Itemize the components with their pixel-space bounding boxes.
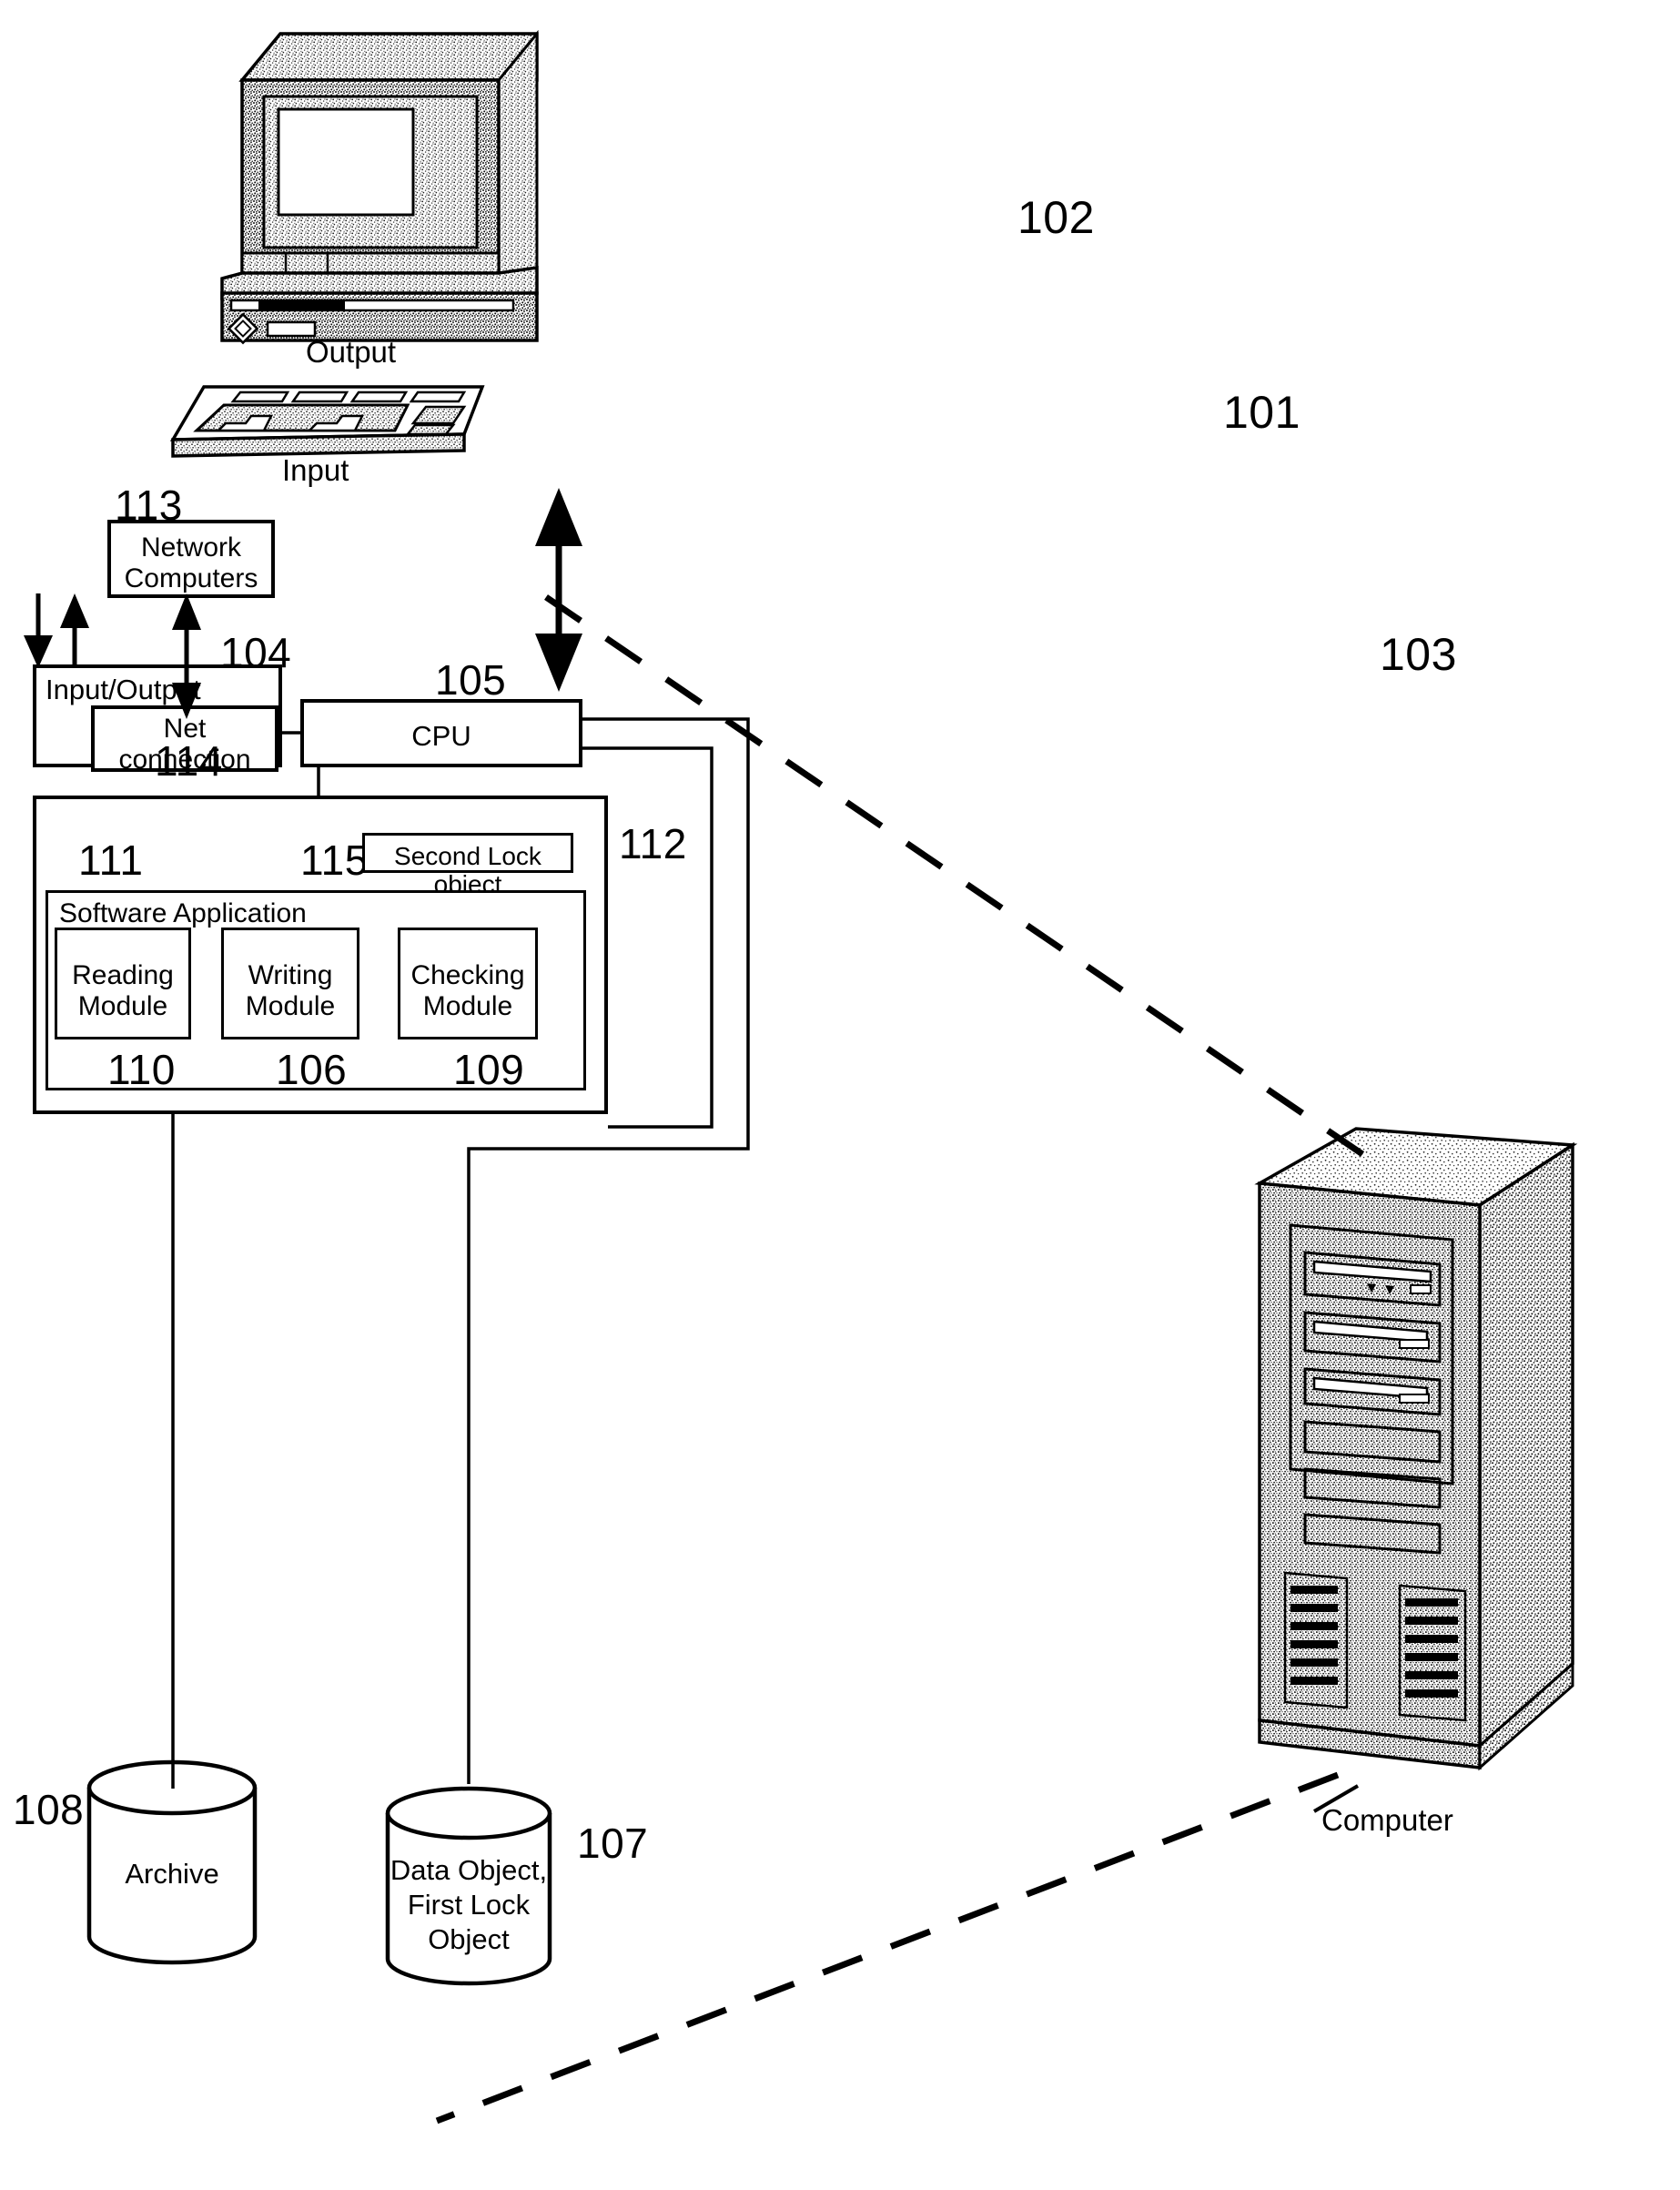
data-object-label-line1: Data Object,	[390, 1854, 548, 1886]
writing-module-label-line2: Module	[245, 991, 336, 1021]
ref-111: 111	[78, 836, 144, 884]
ref-110: 110	[107, 1046, 176, 1093]
network-computers-label-line2: Computers	[124, 563, 258, 593]
ref-107: 107	[577, 1820, 649, 1867]
input-caption: Input	[282, 453, 349, 487]
second-lock-object-block: Second Lock object	[362, 833, 573, 898]
ref-106: 106	[276, 1046, 348, 1093]
external-input-arrow	[24, 593, 53, 668]
figure-canvas: Output 102 Input 101 113 Network Compute…	[0, 0, 1680, 2190]
ref-103: 103	[1380, 629, 1457, 680]
ref-109: 109	[453, 1046, 525, 1093]
data-object-store: Data Object, First Lock Object	[382, 1784, 555, 1993]
system-boundary-dashed-upper	[544, 594, 1367, 1159]
reading-module-block: Reading Module	[55, 928, 191, 1039]
ref-102: 102	[1017, 192, 1095, 243]
computer-caption: Computer	[1321, 1803, 1453, 1837]
cpu-label: CPU	[411, 720, 471, 752]
io-double-arrow	[535, 488, 582, 692]
ref-115: 115	[300, 836, 369, 884]
checking-module-label-line1: Checking	[410, 960, 525, 990]
reading-module-label-line2: Module	[77, 991, 168, 1021]
ref-108: 108	[13, 1786, 85, 1833]
software-application-label: Software Application	[59, 898, 307, 928]
external-output-arrow	[60, 593, 89, 666]
archive-label: Archive	[125, 1858, 219, 1890]
output-monitor-illustration	[198, 9, 590, 350]
reading-module-label-line1: Reading	[72, 960, 174, 990]
writing-module-label-line1: Writing	[248, 960, 333, 990]
network-computers-block: Network Computers	[107, 520, 275, 598]
cpu-block: CPU	[300, 699, 582, 767]
ref-114: 114	[155, 737, 223, 785]
input-output-label: Input/Output	[46, 674, 201, 705]
output-caption: Output	[306, 335, 397, 369]
system-boundary-dashed-lower	[435, 1771, 1340, 2124]
data-object-label-line3: Object	[428, 1923, 510, 1955]
input-keyboard-illustration	[164, 378, 491, 464]
ref-105: 105	[435, 656, 507, 704]
checking-module-label-line2: Module	[422, 991, 513, 1021]
writing-module-block: Writing Module	[221, 928, 359, 1039]
archive-store: Archive	[84, 1759, 260, 1970]
ref-101: 101	[1223, 387, 1300, 438]
server-computer-illustration	[1218, 1118, 1600, 1791]
network-computers-label-line1: Network	[140, 532, 242, 563]
ref-112: 112	[619, 820, 687, 867]
data-object-label-line2: First Lock	[407, 1889, 531, 1921]
checking-module-block: Checking Module	[398, 928, 538, 1039]
